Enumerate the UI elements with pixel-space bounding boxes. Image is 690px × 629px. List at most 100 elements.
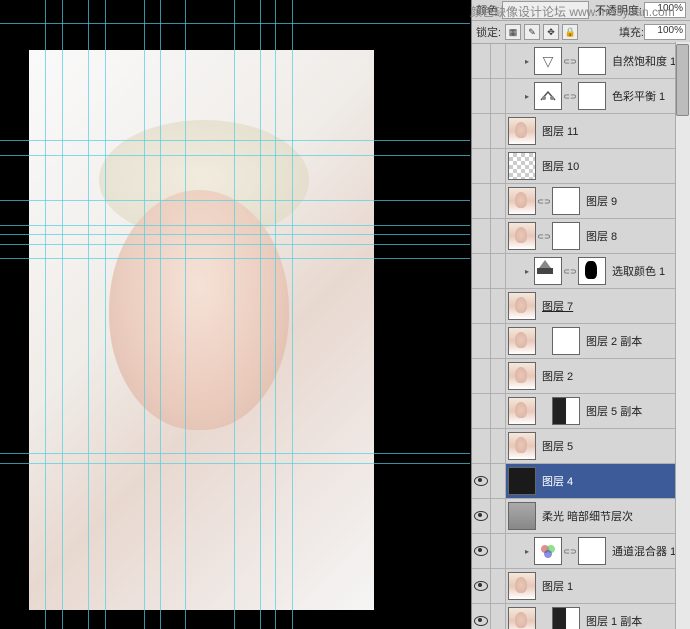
visibility-toggle[interactable] — [472, 219, 491, 253]
visibility-toggle[interactable] — [472, 534, 491, 568]
layer-thumbnail[interactable] — [534, 82, 562, 110]
visibility-toggle[interactable] — [472, 499, 491, 533]
layer-name-label[interactable]: 柔光 暗部细节层次 — [542, 508, 633, 524]
lock-all-icon[interactable]: 🔒 — [562, 24, 578, 40]
link-icon[interactable] — [539, 617, 549, 625]
layer-thumbnail[interactable] — [508, 397, 536, 425]
layer-row[interactable]: ▸ ⊂⊃ 选取颜色 1 — [472, 254, 690, 289]
visibility-toggle[interactable] — [472, 429, 491, 463]
layer-thumbnail[interactable] — [508, 327, 536, 355]
mask-thumbnail[interactable] — [552, 187, 580, 215]
layer-thumbnail[interactable] — [508, 502, 536, 530]
guide-horizontal[interactable] — [0, 234, 470, 235]
link-column[interactable] — [491, 79, 506, 113]
lock-pixels-icon[interactable]: ✎ — [524, 24, 540, 40]
layer-name-label[interactable]: 色彩平衡 1 — [612, 88, 665, 104]
layer-row[interactable]: 柔光 暗部细节层次 — [472, 499, 690, 534]
link-icon[interactable]: ⊂⊃ — [539, 232, 549, 240]
layer-name-label[interactable]: 图层 5 副本 — [586, 403, 642, 419]
layer-row[interactable]: ▸▽⊂⊃ 自然饱和度 1 — [472, 44, 690, 79]
visibility-toggle[interactable] — [472, 149, 491, 183]
guide-vertical[interactable] — [260, 0, 261, 629]
layer-row[interactable]: 图层 1 副本 — [472, 604, 690, 629]
link-column[interactable] — [491, 394, 506, 428]
guide-vertical[interactable] — [160, 0, 161, 629]
expand-triangle-icon[interactable]: ▸ — [522, 266, 532, 276]
mask-thumbnail[interactable] — [552, 222, 580, 250]
layer-row[interactable]: 图层 4 — [472, 464, 690, 499]
expand-triangle-icon[interactable]: ▸ — [522, 546, 532, 556]
visibility-toggle[interactable] — [472, 604, 491, 629]
layer-name-label[interactable]: 图层 4 — [542, 473, 573, 489]
layer-name-label[interactable]: 选取颜色 1 — [612, 263, 665, 279]
layer-row[interactable]: ▸ ⊂⊃ 通道混合器 1 — [472, 534, 690, 569]
guide-horizontal[interactable] — [0, 155, 470, 156]
layer-row[interactable]: 图层 1 — [472, 569, 690, 604]
guide-vertical[interactable] — [88, 0, 89, 629]
layer-thumbnail[interactable] — [508, 607, 536, 629]
guide-horizontal[interactable] — [0, 200, 470, 201]
guide-horizontal[interactable] — [0, 453, 470, 454]
guide-horizontal[interactable] — [0, 258, 470, 259]
layer-thumbnail[interactable] — [508, 362, 536, 390]
expand-triangle-icon[interactable]: ▸ — [522, 56, 532, 66]
visibility-toggle[interactable] — [472, 254, 491, 288]
layer-name-label[interactable]: 自然饱和度 1 — [612, 53, 676, 69]
link-column[interactable] — [491, 569, 506, 603]
link-column[interactable] — [491, 499, 506, 533]
layer-thumbnail[interactable] — [508, 187, 536, 215]
mask-thumbnail[interactable] — [552, 607, 580, 629]
link-column[interactable] — [491, 184, 506, 218]
link-column[interactable] — [491, 429, 506, 463]
layer-thumbnail[interactable]: ▽ — [534, 47, 562, 75]
lock-transparency-icon[interactable]: ▦ — [505, 24, 521, 40]
guide-horizontal[interactable] — [0, 225, 470, 226]
visibility-toggle[interactable] — [472, 184, 491, 218]
mask-thumbnail[interactable] — [552, 397, 580, 425]
guide-vertical[interactable] — [234, 0, 235, 629]
link-icon[interactable]: ⊂⊃ — [565, 547, 575, 555]
link-column[interactable] — [491, 464, 506, 498]
layer-name-label[interactable]: 图层 1 — [542, 578, 573, 594]
layer-thumbnail[interactable] — [508, 572, 536, 600]
visibility-toggle[interactable] — [472, 114, 491, 148]
lock-position-icon[interactable]: ✥ — [543, 24, 559, 40]
layer-row[interactable]: ⊂⊃图层 8 — [472, 219, 690, 254]
mask-thumbnail[interactable] — [578, 537, 606, 565]
guide-vertical[interactable] — [105, 0, 106, 629]
layer-row[interactable]: 图层 11 — [472, 114, 690, 149]
layer-thumbnail[interactable] — [508, 117, 536, 145]
mask-thumbnail[interactable] — [578, 47, 606, 75]
link-column[interactable] — [491, 44, 506, 78]
guide-horizontal[interactable] — [0, 463, 470, 464]
layer-row[interactable]: 图层 5 副本 — [472, 394, 690, 429]
canvas-area[interactable] — [0, 0, 470, 629]
link-icon[interactable]: ⊂⊃ — [565, 57, 575, 65]
link-icon[interactable]: ⊂⊃ — [565, 267, 575, 275]
layer-name-label[interactable]: 通道混合器 1 — [612, 543, 676, 559]
layer-thumbnail[interactable] — [534, 537, 562, 565]
guide-horizontal[interactable] — [0, 244, 470, 245]
visibility-toggle[interactable] — [472, 79, 491, 113]
guide-vertical[interactable] — [45, 0, 46, 629]
layer-thumbnail[interactable] — [508, 152, 536, 180]
expand-triangle-icon[interactable]: ▸ — [522, 91, 532, 101]
layer-thumbnail[interactable] — [534, 257, 562, 285]
guide-horizontal[interactable] — [0, 23, 470, 24]
layer-thumbnail[interactable] — [508, 467, 536, 495]
visibility-toggle[interactable] — [472, 394, 491, 428]
layer-name-label[interactable]: 图层 11 — [542, 123, 578, 139]
mask-thumbnail[interactable] — [552, 327, 580, 355]
link-column[interactable] — [491, 324, 506, 358]
guide-horizontal[interactable] — [0, 140, 470, 141]
layer-row[interactable]: 图层 5 — [472, 429, 690, 464]
layer-row[interactable]: ▸ ⊂⊃ 色彩平衡 1 — [472, 79, 690, 114]
visibility-toggle[interactable] — [472, 44, 491, 78]
link-icon[interactable]: ⊂⊃ — [565, 92, 575, 100]
link-column[interactable] — [491, 254, 506, 288]
layer-row[interactable]: 图层 2 副本 — [472, 324, 690, 359]
link-icon[interactable] — [539, 337, 549, 345]
layer-row[interactable]: 图层 2 — [472, 359, 690, 394]
layer-row[interactable]: 图层 7 — [472, 289, 690, 324]
layer-name-label[interactable]: 图层 10 — [542, 158, 579, 174]
